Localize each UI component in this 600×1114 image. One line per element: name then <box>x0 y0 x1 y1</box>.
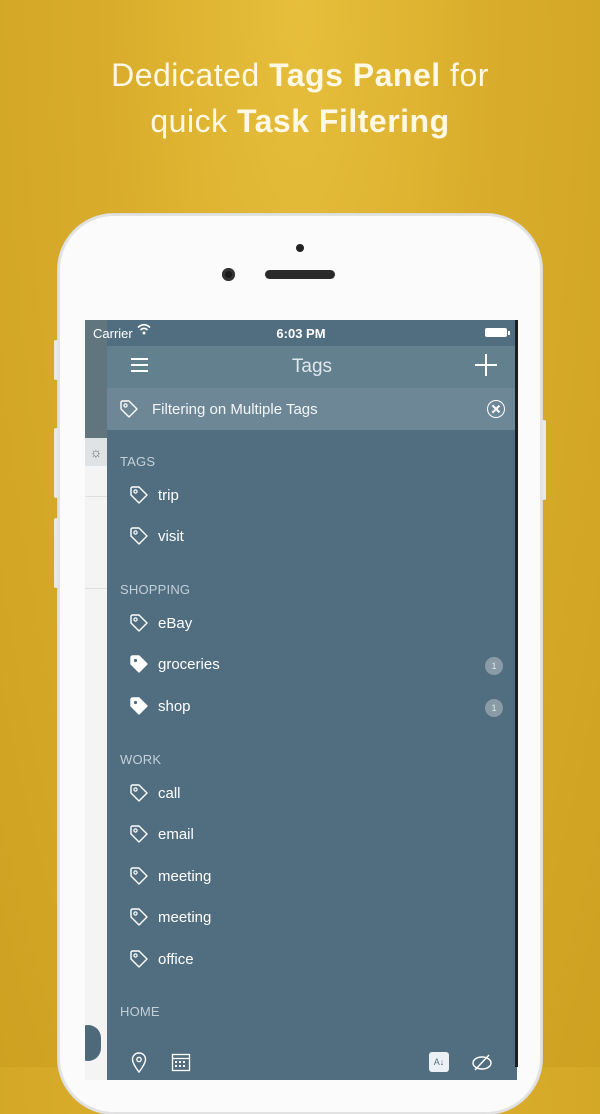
tag-icon <box>129 824 149 849</box>
tag-icon <box>129 949 149 974</box>
headline-text: quick <box>150 103 237 139</box>
headline-line-2: quick Task Filtering <box>0 98 600 144</box>
tag-label: email <box>158 826 194 844</box>
tag-label: call <box>158 785 181 802</box>
volume-up-button <box>54 428 58 498</box>
mute-switch <box>54 340 58 380</box>
proximity-sensor <box>296 244 304 252</box>
headline-text: for <box>440 57 489 93</box>
phone-screen: ☼ Carrier 6:03 PM Tags Filtering on Mult… <box>85 320 517 1080</box>
headline-line-1: Dedicated Tags Panel for <box>0 52 600 98</box>
tag-row[interactable]: email <box>107 815 517 856</box>
filter-bar[interactable]: Filtering on Multiple Tags <box>107 388 517 430</box>
tag-icon <box>129 613 149 638</box>
tag-row[interactable]: call <box>107 774 517 815</box>
location-pin-icon[interactable] <box>131 1052 147 1079</box>
headline-bold-text: Task Filtering <box>236 103 450 139</box>
tag-row[interactable]: trip <box>107 476 517 517</box>
tag-label: meeting <box>158 867 212 885</box>
tag-icon <box>129 783 149 808</box>
bottom-toolbar: A↓ <box>107 1046 517 1080</box>
tag-icon <box>119 399 139 424</box>
tag-icon <box>129 485 149 510</box>
tags-panel: Carrier 6:03 PM Tags Filtering on Multip… <box>93 320 517 1080</box>
tag-label: eBay <box>158 615 193 632</box>
add-task-fab[interactable] <box>85 1025 101 1061</box>
calendar-icon[interactable] <box>171 1052 191 1077</box>
screen-edge <box>515 320 518 1067</box>
tag-row[interactable]: meeting <box>107 898 517 939</box>
tag-label: groceries <box>158 656 220 674</box>
tag-label: trip <box>158 487 179 504</box>
page-title: Tags <box>291 356 333 377</box>
divider <box>85 496 107 497</box>
tag-filled-icon <box>129 654 149 679</box>
tag-label: office <box>158 950 194 968</box>
navigation-bar: Tags <box>107 346 517 388</box>
tag-icon <box>129 907 149 932</box>
tag-icon <box>129 526 149 551</box>
tag-count-badge: 1 <box>485 657 503 676</box>
tag-label: visit <box>158 528 184 546</box>
sort-az-icon[interactable]: A↓ <box>429 1052 449 1072</box>
tag-count-badge: 1 <box>485 698 503 717</box>
headline-text: Dedicated <box>111 57 270 93</box>
hide-icon[interactable] <box>471 1052 493 1077</box>
volume-down-button <box>54 518 58 588</box>
front-camera <box>222 268 235 281</box>
divider <box>85 588 107 589</box>
sun-icon: ☼ <box>85 438 107 466</box>
tag-icon <box>129 866 149 891</box>
filter-status-text: Filtering on Multiple Tags <box>152 401 318 418</box>
section-header: WORK <box>120 752 162 767</box>
battery-icon <box>485 328 510 337</box>
earpiece-speaker <box>265 270 335 279</box>
add-tag-button[interactable] <box>475 354 497 376</box>
section-header: HOME <box>120 1004 160 1019</box>
tag-row[interactable]: eBay <box>107 604 517 645</box>
tag-row[interactable]: office <box>107 940 517 981</box>
tag-filled-icon <box>129 696 149 721</box>
status-bar: Carrier 6:03 PM <box>85 320 517 346</box>
clear-filter-icon[interactable] <box>487 400 505 418</box>
tag-label: shop <box>158 697 191 715</box>
headline-bold-text: Tags Panel <box>269 57 441 93</box>
tag-row[interactable]: groceries 1 <box>107 645 517 686</box>
section-header: TAGS <box>120 454 156 469</box>
tag-row[interactable]: meeting <box>107 857 517 898</box>
power-button <box>542 420 546 500</box>
section-header: SHOPPING <box>120 582 191 597</box>
tag-row[interactable]: visit <box>107 517 517 558</box>
tag-row[interactable]: shop 1 <box>107 687 517 728</box>
status-time: 6:03 PM <box>276 326 326 341</box>
tag-label: meeting <box>158 909 212 927</box>
task-list-peek: ☼ <box>85 320 107 1080</box>
